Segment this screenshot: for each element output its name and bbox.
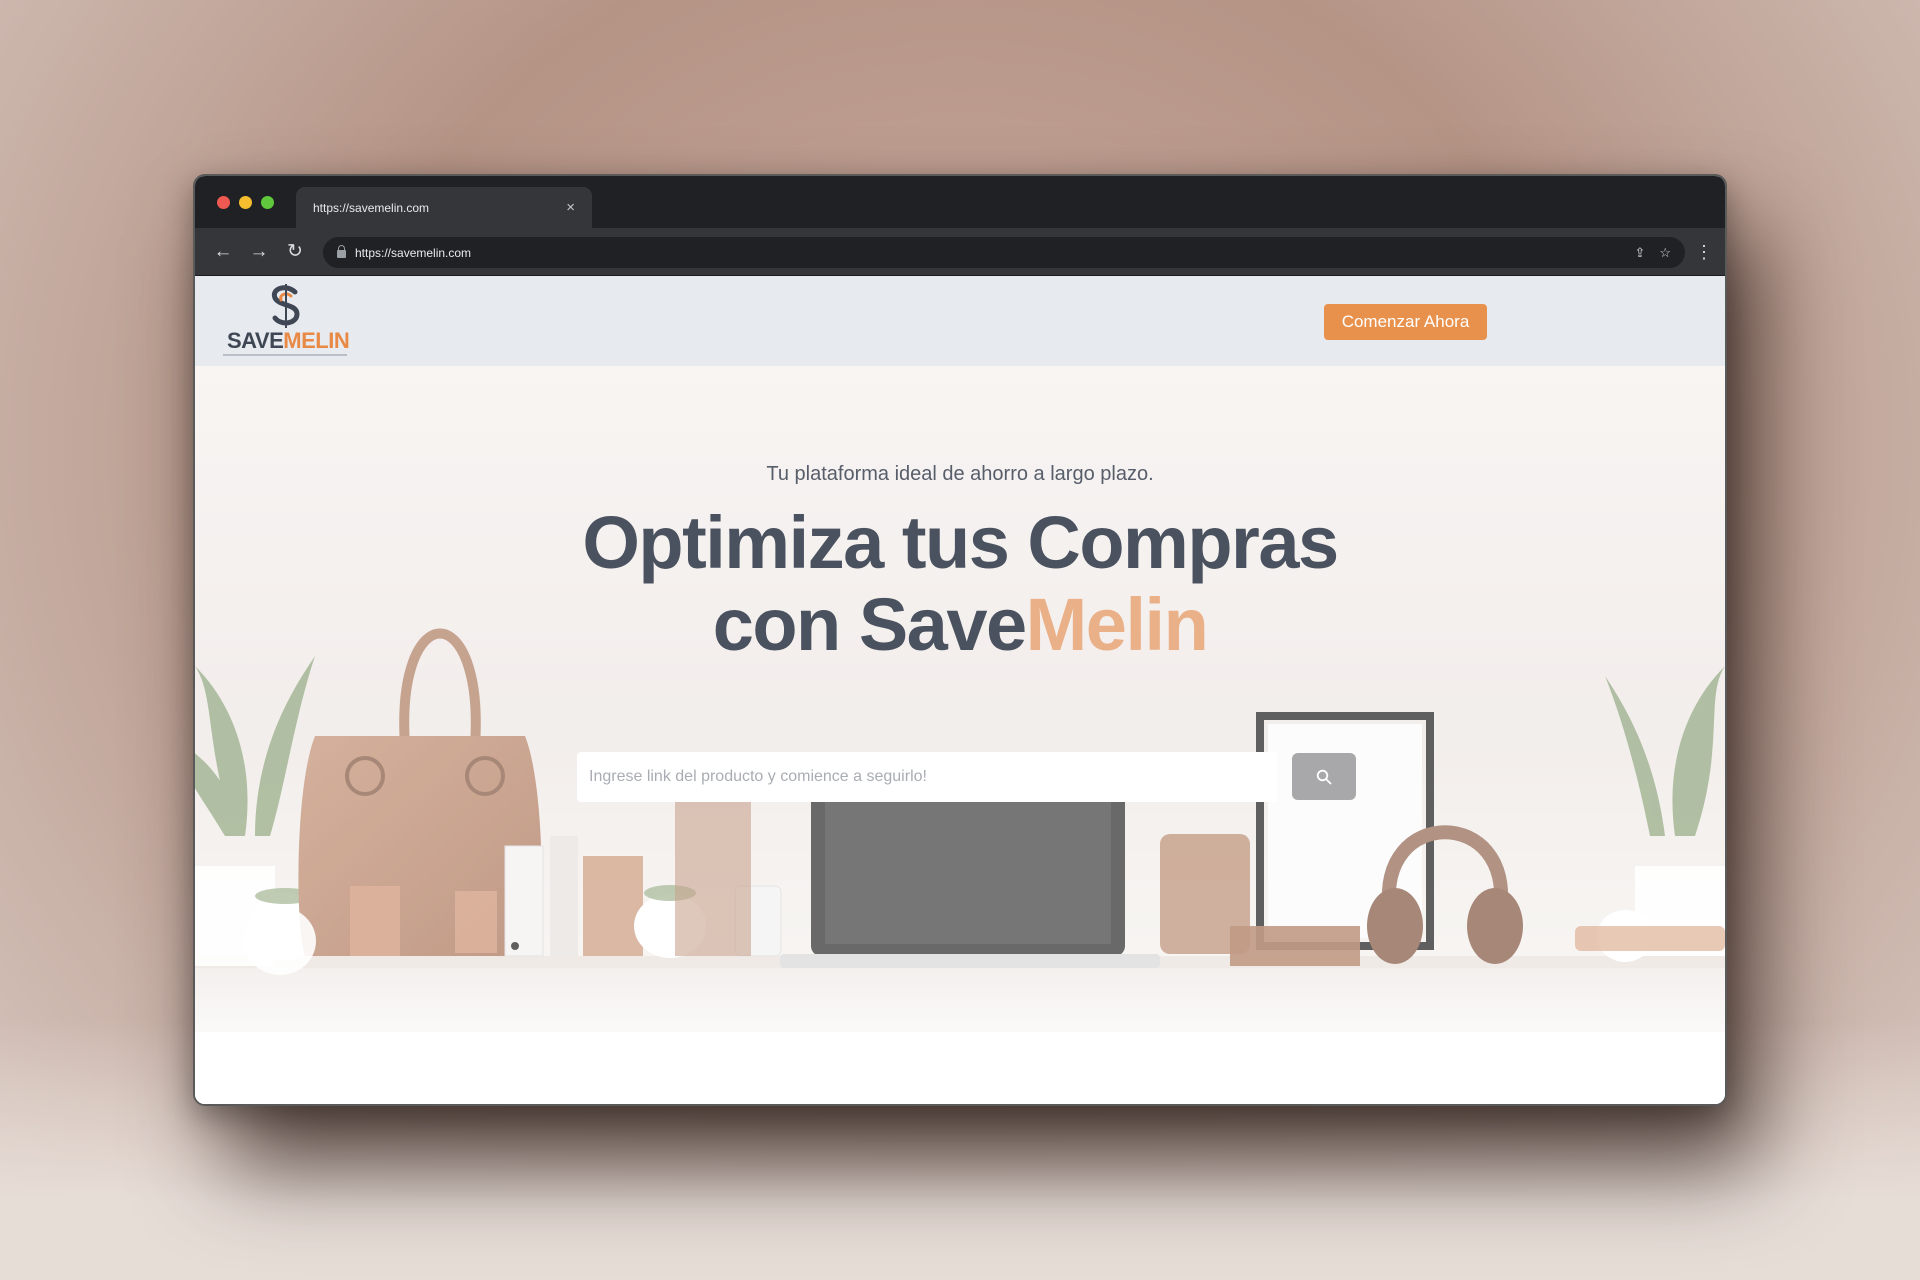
- forward-arrow-icon[interactable]: →: [245, 238, 273, 266]
- lock-icon: [337, 245, 346, 258]
- star-icon[interactable]: ☆: [1659, 245, 1671, 261]
- browser-tab[interactable]: https://savemelin.com ×: [296, 187, 592, 228]
- minimize-window-button[interactable]: [239, 196, 252, 209]
- hero-section: Tu plataforma ideal de ahorro a largo pl…: [195, 366, 1725, 1032]
- hero-title-line2: con Save: [712, 583, 1027, 666]
- site-logo[interactable]: SAVEMELIN: [223, 282, 351, 358]
- logo-wordmark: SAVEMELIN: [227, 328, 350, 354]
- get-started-button[interactable]: Comenzar Ahora: [1324, 304, 1487, 340]
- browser-toolbar: ← → ↻ https://savemelin.com ⇪ ☆ ⋮: [195, 228, 1725, 276]
- page-footer-space: [195, 1032, 1725, 1104]
- logo-underline: [223, 354, 347, 356]
- hero-title-accent: Melin: [1025, 583, 1209, 666]
- hero-title-highlight: Optimiza: [580, 501, 888, 584]
- address-url[interactable]: https://savemelin.com: [355, 246, 1620, 260]
- tab-title: https://savemelin.com: [313, 200, 430, 215]
- address-bar[interactable]: https://savemelin.com ⇪ ☆: [323, 237, 1685, 268]
- hero-title: Optimiza tus Compras con SaveMelin: [195, 502, 1725, 666]
- kebab-menu-icon[interactable]: ⋮: [1695, 240, 1713, 264]
- close-icon[interactable]: ×: [566, 199, 575, 216]
- reload-icon[interactable]: ↻: [281, 238, 309, 266]
- hero-subtitle: Tu plataforma ideal de ahorro a largo pl…: [766, 463, 1154, 485]
- search-button[interactable]: [1292, 753, 1356, 800]
- web-page: SAVEMELIN Comenzar Ahora Tu plataforma i…: [195, 276, 1725, 1104]
- share-icon[interactable]: ⇪: [1634, 245, 1645, 261]
- site-header: SAVEMELIN Comenzar Ahora: [195, 276, 1725, 366]
- product-link-input[interactable]: [589, 768, 1265, 786]
- close-window-button[interactable]: [217, 196, 230, 209]
- maximize-window-button[interactable]: [261, 196, 274, 209]
- product-link-search-box[interactable]: [577, 752, 1277, 802]
- browser-window: https://savemelin.com × ← → ↻ https://sa…: [193, 174, 1727, 1106]
- back-arrow-icon[interactable]: ←: [209, 238, 237, 266]
- search-icon: [1316, 769, 1332, 784]
- logo-word-melin: MELIN: [283, 328, 350, 353]
- tab-strip: https://savemelin.com ×: [195, 176, 1725, 228]
- window-controls: [217, 196, 274, 209]
- hero-title-line1: tus Compras: [882, 501, 1339, 584]
- dollar-s-logo-icon: [271, 284, 300, 328]
- logo-word-save: SAVE: [227, 328, 284, 353]
